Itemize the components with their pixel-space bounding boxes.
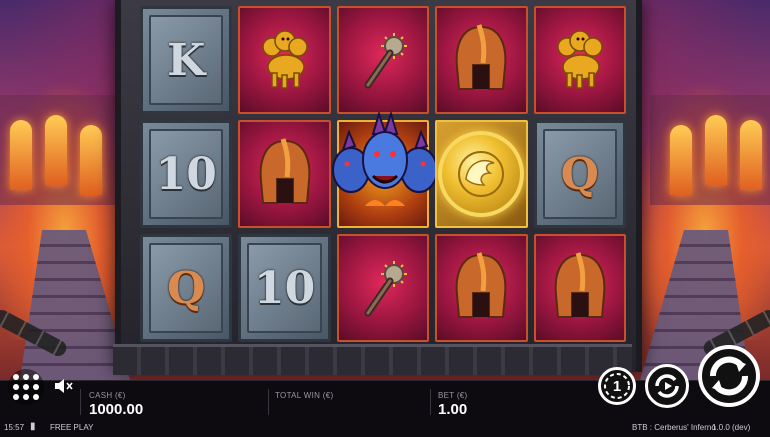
menu-button[interactable] [8,369,44,405]
bet-button[interactable]: 1 [598,367,636,405]
play-mode: FREE PLAY [50,423,94,432]
symbol-letter: Q [167,262,206,314]
spin-button[interactable] [698,345,760,407]
reel-frame-base [113,344,632,375]
cerberus-gold-icon [261,30,308,89]
symbol-letter: K [167,34,206,86]
symbol-q: Q [533,120,626,228]
symbol-helmet [238,120,331,228]
helmet-icon [554,252,606,318]
game-title: BTB : Cerberus' Inferno [632,423,716,432]
symbol-cerberus-gold [533,6,626,114]
symbol-letter: 10 [253,262,316,314]
reel-grid: K 10 Q Q 10 [140,6,626,342]
flail-icon [364,33,407,89]
symbol-flail [336,6,430,114]
bet-label: BET (€) [438,391,468,400]
helmet-icon [456,252,507,318]
cerberus-wild-icon [331,110,438,206]
cash-label: CASH (€) [89,391,126,400]
symbol-letter: 10 [155,148,217,200]
clock: 15:57 [4,423,25,432]
arch-window [740,120,762,190]
cerberus-gold-icon [557,30,603,89]
helmet-icon [456,24,507,90]
symbol-cerberus-wild [331,110,438,228]
total-win-label: TOTAL WIN (€) [275,391,334,400]
symbol-10: 10 [238,234,331,342]
sound-toggle-button[interactable] [52,375,74,397]
arch-window [80,125,102,195]
symbol-helmet [435,234,528,342]
bet-button-glyph: 1 [612,377,622,395]
symbol-helmet [533,234,626,342]
menu-icon [13,374,39,400]
arch-window [10,120,32,190]
symbol-scatter-coin [435,120,528,228]
bet-value: 1.00 [438,401,468,418]
symbol-q: Q [140,234,233,342]
symbol-letter: Q [560,148,599,200]
symbol-flail [336,234,430,342]
game-version: 1.0.0 (dev) [712,423,751,432]
arch-window [670,125,692,195]
symbol-helmet [435,6,528,114]
phone-icon: ▮ [30,421,36,432]
divider [430,389,431,415]
spin-icon [709,356,749,396]
symbol-10: 10 [140,120,233,228]
flail-icon [364,261,407,317]
cash-value: 1000.00 [89,401,144,418]
helmet-icon [259,138,310,204]
arch-window [705,115,727,185]
divider [268,389,269,415]
symbol-k: K [140,6,233,114]
scatter-coin-icon [438,131,525,217]
divider [80,389,81,415]
arch-window [45,115,67,185]
mute-icon [55,379,73,393]
autoplay-button[interactable] [645,364,689,408]
autoplay-icon [655,374,679,398]
symbol-cerberus-gold [238,6,331,114]
